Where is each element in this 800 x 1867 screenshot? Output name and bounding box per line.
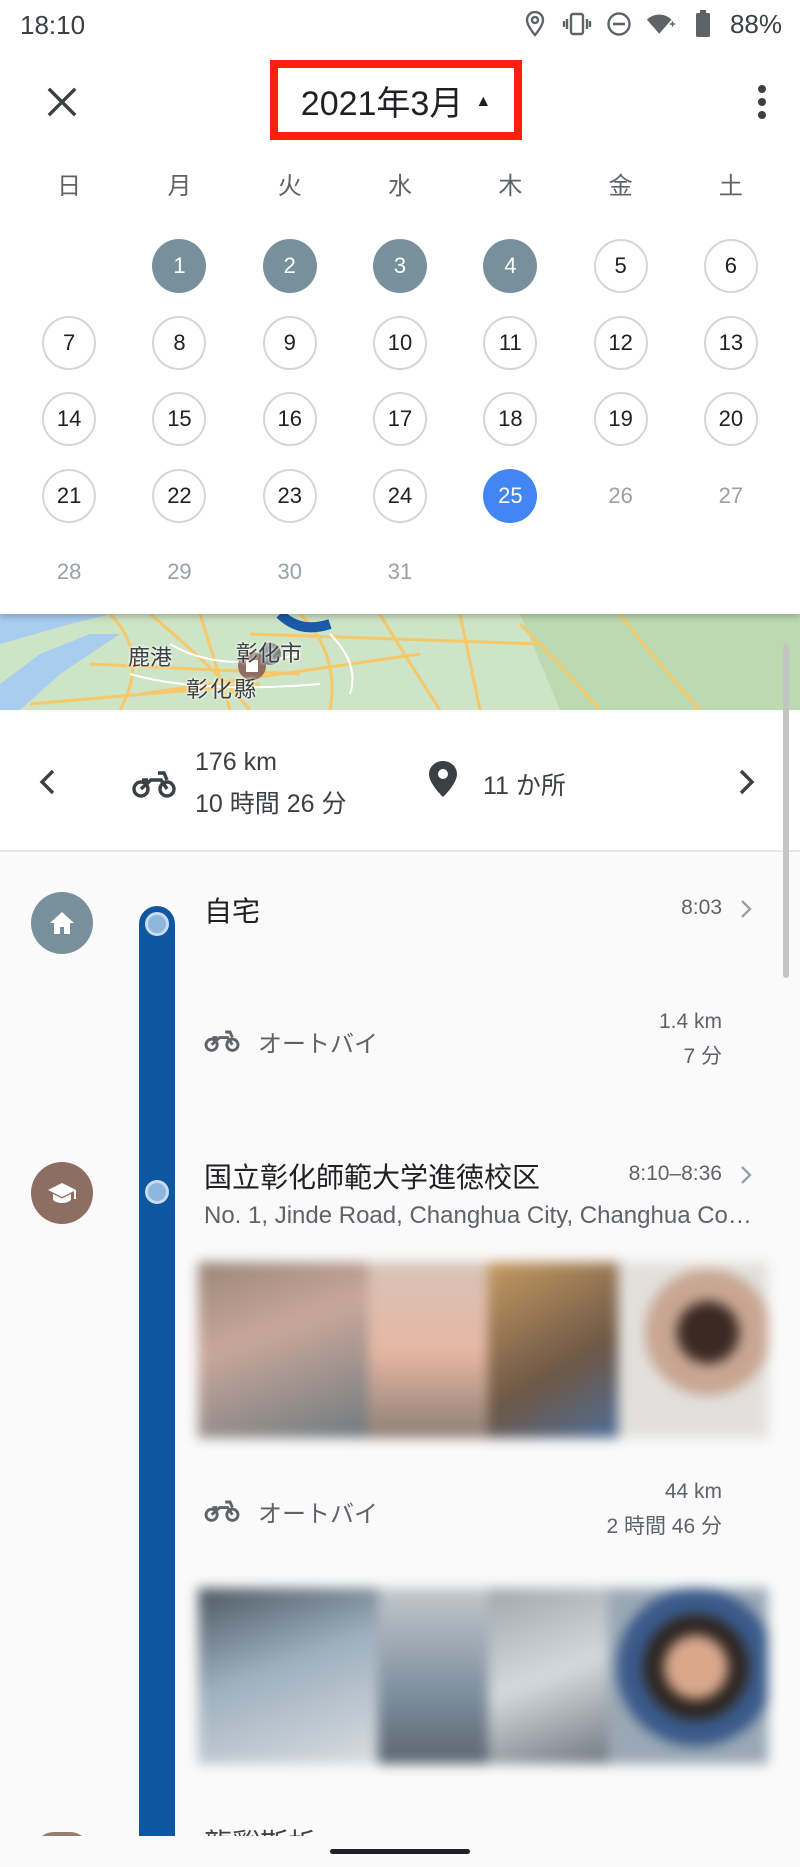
photo-strip[interactable] — [198, 1262, 768, 1438]
more-options-button[interactable] — [738, 78, 786, 126]
route-track — [139, 906, 175, 1867]
place-time-school: 8:10–8:36 — [628, 1162, 722, 1185]
day-summary: 176 km 10 時間 26 分 11 か所 — [0, 712, 800, 852]
timeline-list: 自宅 8:03 オートバイ 1.4 km 7 分 国立彰化師範大学進徳校区 8:… — [0, 854, 800, 1867]
caret-up-icon: ▲ — [475, 93, 492, 110]
school-icon — [31, 1162, 93, 1224]
map-label-changhua-county: 彰化縣 — [186, 677, 259, 702]
segment-mode-label[interactable]: オートバイ — [258, 1024, 378, 1059]
status-bar: 18:10 88% — [0, 0, 800, 48]
scrollbar[interactable] — [783, 644, 789, 978]
close-icon — [47, 87, 77, 117]
calendar-day[interactable]: 17 — [373, 392, 428, 447]
status-icons: 88% — [520, 8, 782, 40]
calendar-day[interactable]: 12 — [593, 315, 648, 370]
calendar-day[interactable]: 1 — [152, 239, 207, 294]
calendar-day[interactable]: 3 — [373, 239, 428, 294]
calendar-day[interactable]: 6 — [703, 239, 758, 294]
motorcycle-icon — [132, 768, 176, 803]
chevron-left-icon — [39, 769, 55, 795]
calendar-day[interactable]: 5 — [593, 239, 648, 294]
gesture-bar[interactable] — [330, 1849, 470, 1854]
segment-distance: 1.4 km — [658, 1010, 722, 1033]
motorcycle-icon — [204, 1028, 240, 1057]
calendar-day[interactable]: 4 — [483, 239, 538, 294]
calendar-day[interactable]: 2 — [262, 239, 317, 294]
month-selector[interactable]: 2021年3月 ▲ — [270, 60, 522, 140]
weekday-sun: 日 — [57, 173, 82, 200]
calendar-day-future: 29 — [167, 559, 192, 585]
home-icon — [31, 892, 93, 954]
calendar-day[interactable]: 10 — [373, 315, 428, 370]
timeline-node — [145, 912, 169, 936]
calendar-day-selected[interactable]: 25 — [483, 468, 538, 523]
calendar-day-future: 28 — [56, 559, 82, 585]
calendar-day-future: 27 — [718, 482, 744, 508]
map-label-changhua-city: 彰化市 — [236, 641, 303, 666]
battery-icon — [688, 9, 718, 39]
weekday-tue: 火 — [277, 173, 302, 200]
calendar-grid: 1 2 3 4 5 6 7 8 9 10 11 12 13 14 15 16 1… — [14, 228, 786, 611]
calendar-day[interactable]: 24 — [373, 468, 428, 523]
calendar-day[interactable]: 19 — [593, 392, 648, 447]
battery-percent: 88% — [729, 8, 782, 39]
calendar-day[interactable]: 22 — [152, 468, 207, 523]
weekday-wed: 水 — [388, 173, 413, 200]
total-duration: 10 時間 26 分 — [195, 790, 347, 818]
vibrate-icon — [562, 9, 592, 39]
segment-mode-label[interactable]: オートバイ — [258, 1494, 378, 1529]
place-address-school: No. 1, Jinde Road, Changhua City, Changh… — [204, 1202, 756, 1229]
calendar-day[interactable]: 20 — [703, 392, 758, 447]
next-day-button[interactable] — [722, 752, 772, 812]
chevron-right-icon[interactable] — [734, 1163, 758, 1187]
date-picker-panel: 2021年3月 ▲ 日 月 火 水 木 金 土 1 2 3 4 5 6 7 8 — [0, 48, 800, 614]
places-count: 11 か所 — [483, 772, 566, 800]
map-view[interactable]: 鹿港 彰化市 彰化縣 — [0, 614, 800, 710]
chevron-right-icon[interactable] — [734, 897, 758, 921]
segment-duration: 7 分 — [683, 1045, 722, 1068]
weekday-sat: 土 — [718, 173, 743, 200]
total-distance: 176 km — [195, 748, 277, 776]
calendar-day[interactable]: 13 — [703, 315, 758, 370]
empty-cell — [14, 228, 124, 305]
timeline-node — [145, 1180, 169, 1204]
dnd-icon — [604, 9, 634, 39]
calendar-day[interactable]: 14 — [42, 392, 97, 447]
photo-strip[interactable] — [198, 1588, 768, 1764]
close-button[interactable] — [38, 78, 86, 126]
location-icon — [520, 9, 550, 39]
place-time-home: 8:03 — [681, 896, 722, 919]
wifi-icon — [646, 9, 676, 39]
segment-distance: 44 km — [664, 1480, 722, 1503]
more-vert-icon — [758, 85, 766, 119]
calendar-day[interactable]: 9 — [262, 315, 317, 370]
place-name-home[interactable]: 自宅 — [204, 890, 260, 930]
map-label-lukang: 鹿港 — [128, 645, 173, 670]
calendar-day[interactable]: 18 — [483, 392, 538, 447]
calendar-day-future: 30 — [277, 559, 302, 585]
status-time: 18:10 — [20, 10, 86, 40]
weekday-header: 日 月 火 水 木 金 土 — [14, 166, 786, 201]
calendar-day[interactable]: 8 — [152, 315, 207, 370]
month-label: 2021年3月 — [300, 84, 464, 123]
calendar-day[interactable]: 7 — [42, 315, 97, 370]
chevron-right-icon — [739, 769, 755, 795]
calendar-day-future: 26 — [608, 482, 633, 508]
previous-day-button[interactable] — [22, 752, 72, 812]
calendar-day-future: 31 — [387, 559, 413, 585]
segment-duration: 2 時間 46 分 — [606, 1515, 722, 1538]
calendar-day[interactable]: 21 — [42, 468, 97, 523]
weekday-fri: 金 — [608, 173, 633, 200]
place-name-school[interactable]: 国立彰化師範大学進徳校区 — [204, 1156, 540, 1196]
weekday-thu: 木 — [498, 173, 523, 200]
calendar-day[interactable]: 23 — [262, 468, 317, 523]
weekday-mon: 月 — [167, 173, 192, 200]
calendar-day[interactable]: 11 — [483, 315, 538, 370]
place-pin-icon — [428, 760, 458, 803]
timeline-screen: 18:10 88% 鹿港 彰化市 彰化縣 2021年3月 ▲ 日 月 火 水 木… — [0, 0, 800, 1867]
calendar-day[interactable]: 15 — [152, 392, 207, 447]
motorcycle-icon — [204, 1498, 240, 1527]
calendar-day[interactable]: 16 — [262, 392, 317, 447]
